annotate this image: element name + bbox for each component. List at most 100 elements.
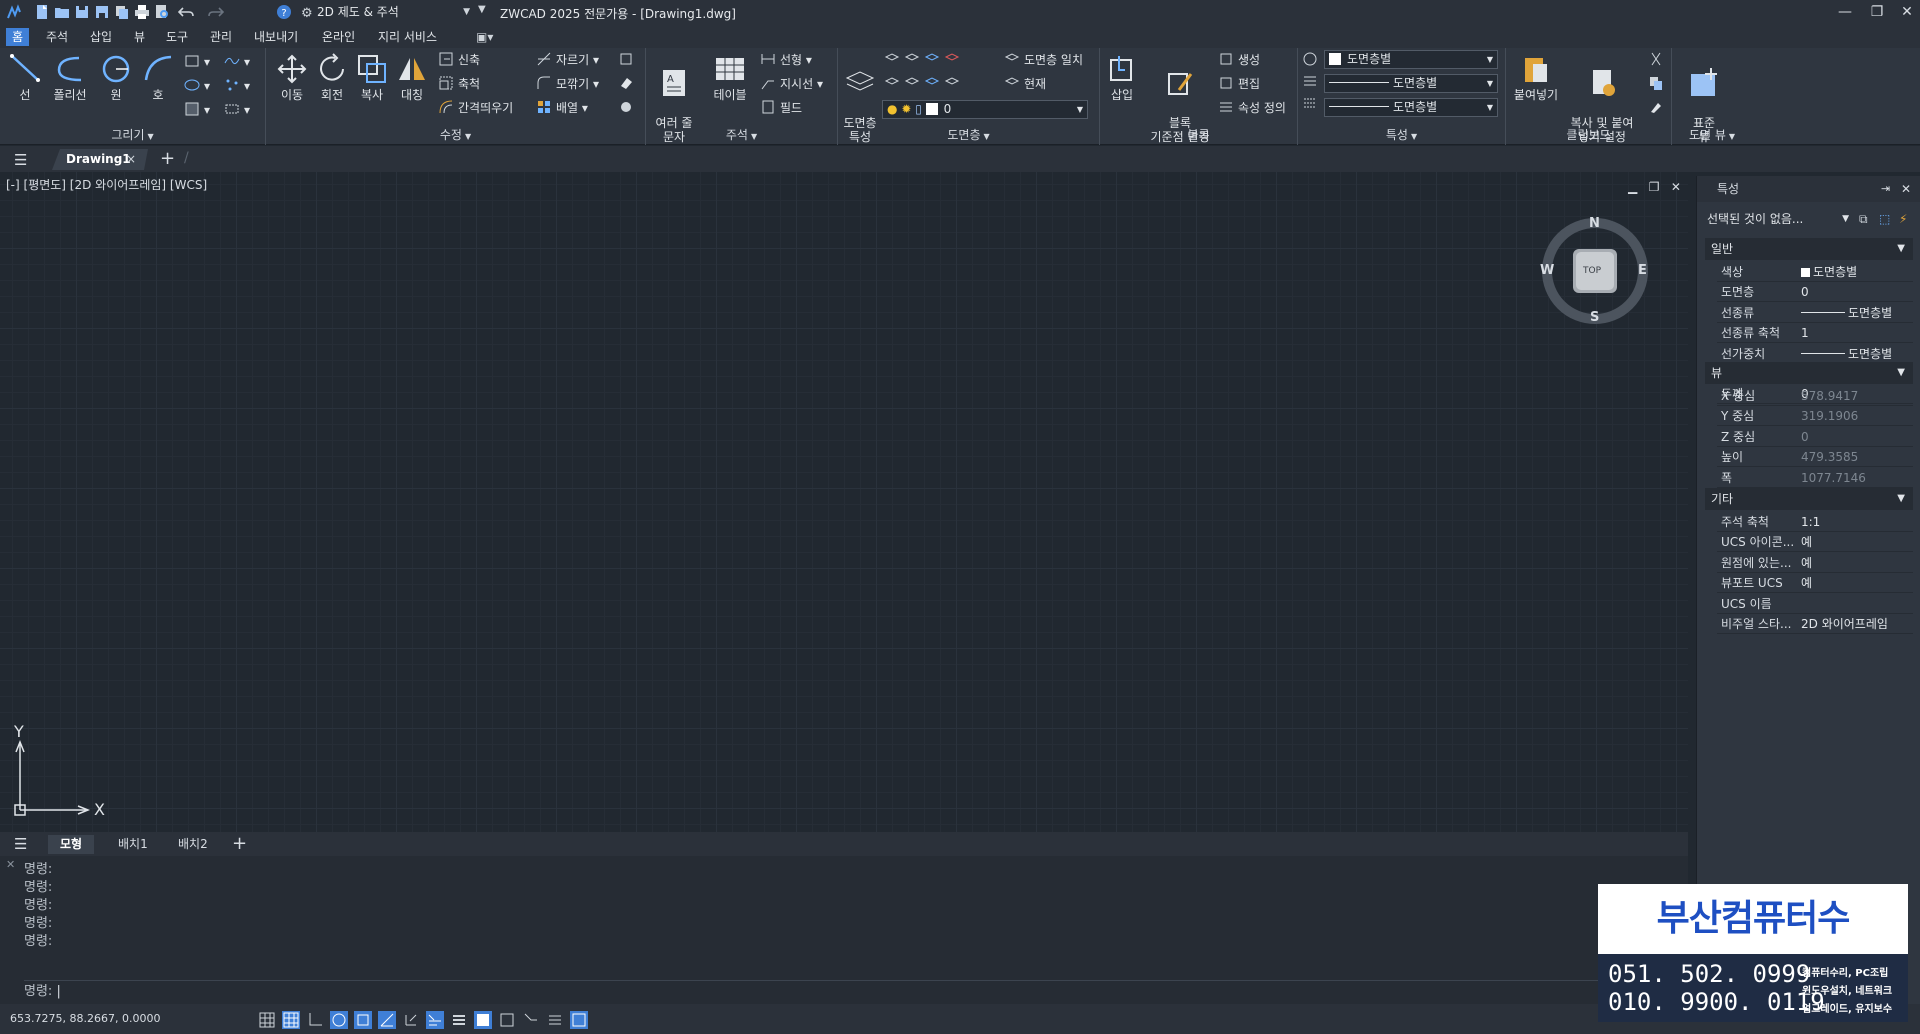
clipboard-panel-label[interactable]: 클립보드 <box>1506 127 1671 143</box>
draw-panel-label[interactable]: 그리기 ▼ <box>0 127 265 143</box>
compass-west[interactable]: W <box>1540 263 1554 278</box>
set-current-layer-button[interactable]: 현재 <box>1004 74 1046 94</box>
tab-insert[interactable]: 삽입 <box>84 28 118 46</box>
block-panel-label[interactable]: 블록 <box>1100 127 1297 143</box>
tab-annotate[interactable]: 주석 <box>40 28 74 46</box>
viewcube[interactable]: N S E W TOP <box>1538 214 1652 328</box>
property-row[interactable]: UCS 아이콘... 예 <box>1717 532 1913 553</box>
arc-button[interactable]: 호 <box>138 52 178 102</box>
polar-icon[interactable] <box>330 1011 348 1029</box>
minimize-button[interactable]: — <box>1834 2 1856 22</box>
grid-snap-icon[interactable] <box>258 1011 276 1029</box>
scale-button[interactable]: 축척 <box>438 74 480 94</box>
match-layer-button[interactable]: 도면층 일치 <box>1004 50 1083 70</box>
region-button[interactable]: ▾ <box>224 100 250 120</box>
create-block-button[interactable]: 생성 <box>1218 50 1260 70</box>
tab-model[interactable]: 모형 <box>48 835 95 854</box>
tab-online[interactable]: 온라인 <box>316 28 361 46</box>
ortho-icon[interactable] <box>306 1011 324 1029</box>
eraser-button[interactable] <box>618 74 638 94</box>
cut-icon[interactable] <box>1648 50 1668 70</box>
spline-button[interactable]: ▾ <box>224 52 250 72</box>
save-as-icon[interactable] <box>94 4 110 20</box>
layers-panel-label[interactable]: 도면층 ▼ <box>838 127 1099 143</box>
osnap-icon[interactable] <box>354 1011 372 1029</box>
match-properties-icon[interactable] <box>1648 98 1668 118</box>
annotation-monitor-icon[interactable] <box>546 1011 564 1029</box>
hatch-button[interactable]: ▾ <box>184 100 210 120</box>
close-viewport-icon[interactable]: ✕ <box>1671 180 1681 194</box>
tab-export[interactable]: 내보내기 <box>248 28 304 46</box>
property-row[interactable]: 비주얼 스타... 2D 와이어프레임 <box>1717 614 1913 634</box>
app-logo-icon[interactable] <box>6 4 22 20</box>
move-button[interactable]: 이동 <box>274 52 310 102</box>
selection-cycling-icon[interactable] <box>498 1011 516 1029</box>
viewport-controls[interactable]: [-] [평면도] [2D 와이어프레임] [WCS] <box>6 176 207 193</box>
lineweight-toggle-icon[interactable] <box>450 1011 468 1029</box>
trim-button[interactable]: 자르기 ▾ <box>536 50 599 70</box>
property-row[interactable]: 선가중치 도면층별 <box>1717 344 1913 364</box>
property-row[interactable]: 높이 479.3585 <box>1717 447 1913 468</box>
mirror-button[interactable]: 대칭 <box>394 52 430 102</box>
match-prop-icon[interactable] <box>1302 50 1322 70</box>
grid-display-icon[interactable] <box>282 1011 300 1029</box>
compass-south[interactable]: S <box>1590 310 1599 325</box>
layer-tools-row2[interactable] <box>884 74 964 94</box>
property-row[interactable]: 선종류 도면층별 <box>1717 303 1913 323</box>
tab-tools[interactable]: 도구 <box>160 28 194 46</box>
compass-north[interactable]: N <box>1589 216 1600 231</box>
print-preview-icon[interactable] <box>154 4 170 20</box>
help-icon[interactable]: ? <box>276 4 292 20</box>
pin-icon[interactable]: ⇥ <box>1881 176 1890 202</box>
workspace-select[interactable]: ⚙ 2D 제도 & 주석 ▼ <box>298 3 474 22</box>
polyline-button[interactable]: 폴리선 <box>48 52 92 102</box>
offset-button[interactable]: 간격띄우기 <box>438 98 513 118</box>
erase-button[interactable] <box>618 50 638 70</box>
toggle-pickadd-icon[interactable]: ⧉ <box>1859 212 1868 227</box>
property-row[interactable]: Z 중심 0 <box>1717 427 1913 447</box>
3d-osnap-icon[interactable] <box>522 1011 540 1029</box>
property-row[interactable]: 뷰포트 UCS 예 <box>1717 573 1913 594</box>
close-icon[interactable]: ✕ <box>1901 176 1911 202</box>
table-button[interactable]: 테이블 <box>710 52 750 102</box>
rotate-button[interactable]: 회전 <box>314 52 350 102</box>
add-layout-button[interactable]: + <box>232 833 247 854</box>
open-icon[interactable] <box>54 4 70 20</box>
close-icon[interactable]: × <box>126 149 136 170</box>
viewcube-face-top[interactable]: TOP <box>1583 266 1601 276</box>
ellipse-button[interactable]: ▾ <box>184 76 210 96</box>
rectangle-button[interactable]: ▾ <box>184 52 210 72</box>
leader-button[interactable]: 지시선 ▾ <box>760 74 823 94</box>
lineweight-dropdown[interactable]: 도면층별 ▼ <box>1324 98 1498 117</box>
modify-panel-label[interactable]: 수정 ▼ <box>266 127 645 143</box>
fillet-button[interactable]: 모깎기 ▾ <box>536 74 599 94</box>
new-icon[interactable] <box>34 4 50 20</box>
quick-properties-icon[interactable] <box>570 1011 588 1029</box>
ribbon-toggle-button[interactable]: ▣▾ <box>470 28 499 46</box>
transparency-icon[interactable] <box>474 1011 492 1029</box>
property-row[interactable]: UCS 이름 <box>1717 594 1913 614</box>
undo-icon[interactable] <box>177 4 194 20</box>
property-row[interactable]: 도면층 0 <box>1717 282 1913 303</box>
customize-qat-icon[interactable]: ▼ <box>478 4 494 20</box>
selection-dropdown[interactable]: 선택된 것이 없음... ▼ <box>1703 208 1851 230</box>
array-button[interactable]: 배열 ▾ <box>536 98 588 118</box>
edit-block-button[interactable]: 편집 <box>1218 74 1260 94</box>
doc-tab-drawing1[interactable]: Drawing1 × <box>52 149 148 170</box>
dyn-input-icon[interactable] <box>426 1011 444 1029</box>
tab-view[interactable]: 뷰 <box>128 28 151 46</box>
drawing-canvas[interactable] <box>0 172 1688 832</box>
line-button[interactable]: 선 <box>4 52 46 102</box>
redo-icon[interactable] <box>208 4 225 20</box>
paste-button[interactable]: 붙여넣기 <box>1510 52 1562 102</box>
otrack-icon[interactable] <box>378 1011 396 1029</box>
property-row[interactable]: 선종류 축척 1 <box>1717 323 1913 344</box>
save-icon[interactable] <box>74 4 90 20</box>
point-button[interactable]: ▾ <box>224 76 250 96</box>
dyn-ucs-icon[interactable] <box>402 1011 420 1029</box>
print-icon[interactable] <box>134 4 150 20</box>
maximize-button[interactable]: ❐ <box>1866 2 1888 22</box>
annotation-panel-label[interactable]: 주석 ▼ <box>646 127 837 143</box>
linetype-dropdown[interactable]: 도면층별 ▼ <box>1324 74 1498 93</box>
layout-menu-icon[interactable]: ☰ <box>14 835 27 853</box>
